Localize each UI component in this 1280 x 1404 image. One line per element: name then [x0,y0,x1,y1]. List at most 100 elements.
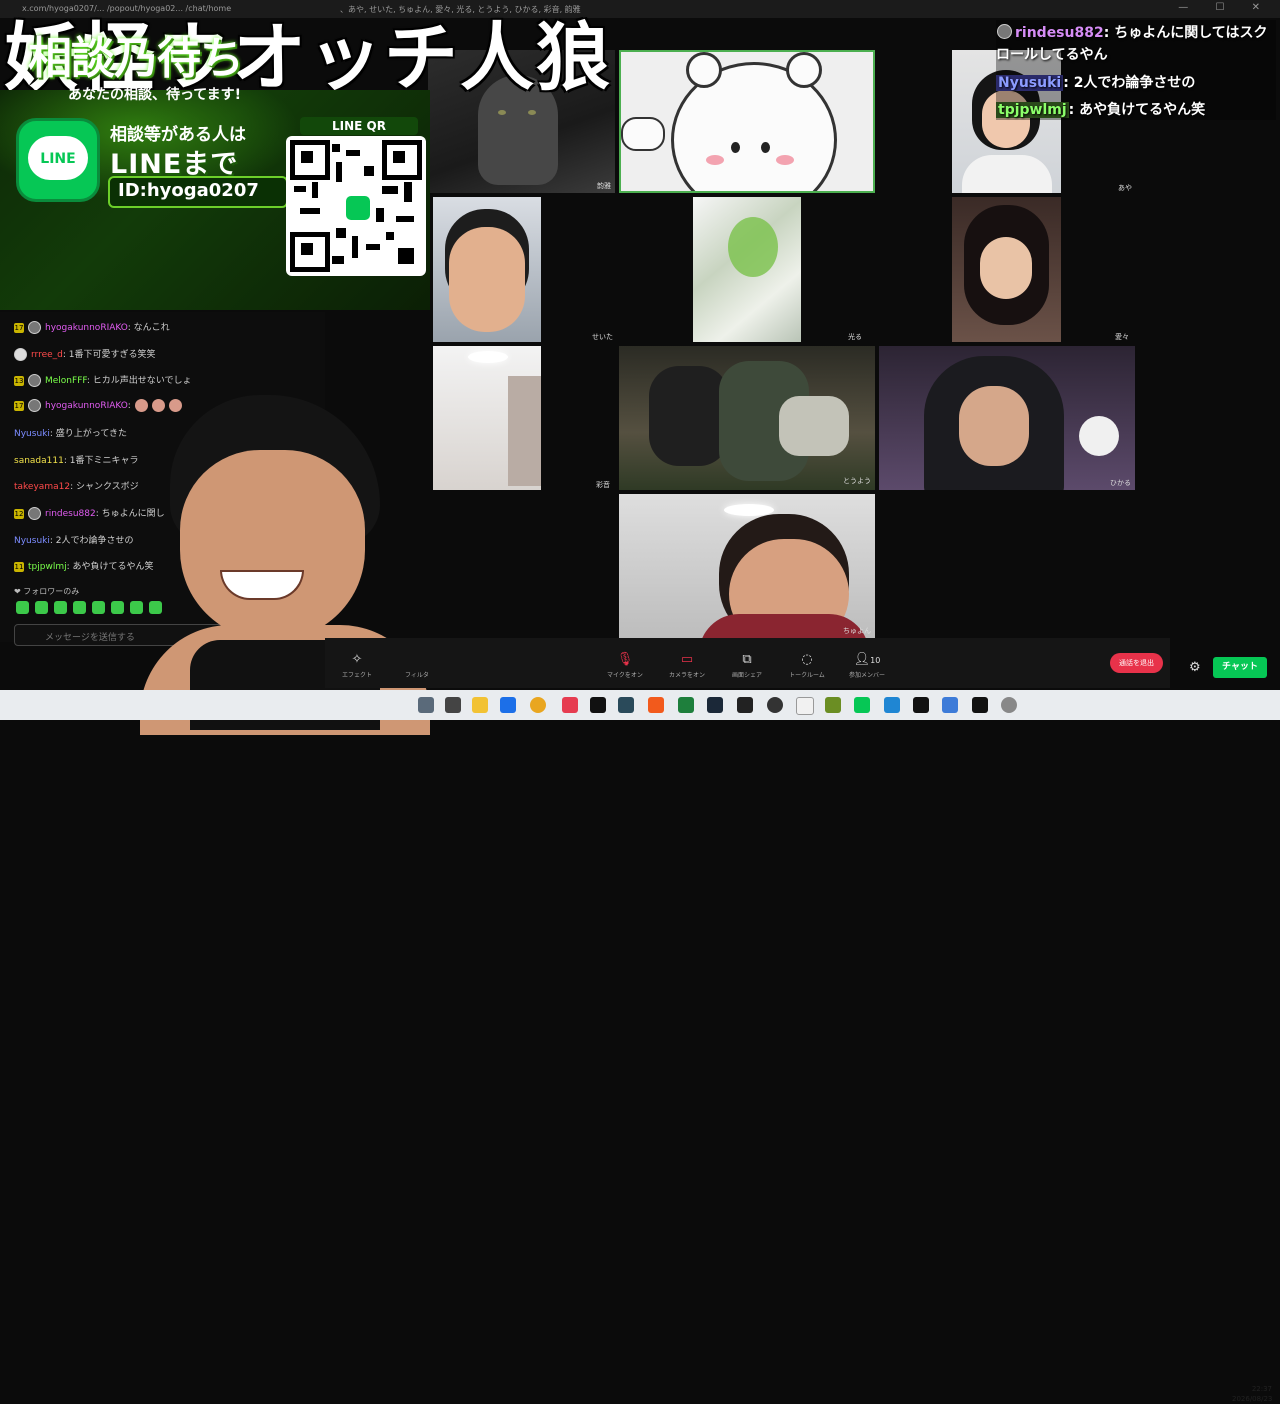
chat-text: : なんこれ [127,323,170,333]
filter-button[interactable]: フィルタ [387,652,447,679]
chat-username: rrree_d [31,350,63,360]
emote-icon[interactable] [130,601,143,614]
window-controls[interactable]: — ☐ ✕ [1178,2,1272,13]
chat-message: rrree_d: 1番下可愛すぎる笑笑 [14,347,156,361]
chat-username: hyogakunnoRIAKO [45,401,128,411]
file-explorer-icon[interactable] [472,697,488,713]
user-avatar-icon [28,507,41,520]
chat-username: Nyusuki [14,536,50,546]
task-view-icon[interactable] [445,697,461,713]
overlay-chat-username: Nyusuki [996,75,1064,91]
chat-text: : [127,401,131,411]
app-icon[interactable] [562,697,578,713]
camera-toggle-button[interactable]: ▭ カメラをオン [657,652,717,679]
tile-name: あや [1118,184,1132,192]
chrome-icon[interactable] [530,697,546,713]
video-tile-chuyon[interactable]: ちゅよん [619,494,875,638]
overlay-chat-text: : 2人でわ論争させの [1063,75,1196,91]
tile-name: とうよう [843,477,871,485]
emote-icon[interactable] [35,601,48,614]
banner-title: 相談乃待ち [28,33,244,84]
settings-icon[interactable] [1001,697,1017,713]
effect-button[interactable]: ✧ エフェクト [327,652,387,679]
chat-username: tpjpwlmj [28,562,67,572]
app-icon[interactable] [500,697,516,713]
chat-message: 11 tpjpwlmj: あや負けてるやん笑 [14,559,154,572]
chat-message: sanada111: 1番下ミニキャラ [14,453,138,466]
chat-text: : シャンクスボジ [70,482,139,492]
tile-name: せいた [592,333,613,341]
user-avatar-icon [14,348,27,361]
line-logo-icon [344,194,372,222]
obs-icon[interactable] [767,697,783,713]
video-tile-touyou[interactable]: とうよう [619,346,875,490]
tile-name: 韵雅 [597,182,611,190]
talk-room-button[interactable]: ◌ トークルーム [777,652,837,679]
emote-icon[interactable] [16,601,29,614]
leave-call-button[interactable]: 通話を退出 [1110,653,1163,673]
tile-name: 光る [848,333,862,341]
line-qr-code [286,136,426,276]
video-tile-seita[interactable] [433,197,541,342]
subscriber-badge: 17 [14,400,24,411]
windows-taskbar: 22:37 2026/08/23 [0,690,1280,1403]
sparkle-icon: ✧ [351,652,363,667]
mic-toggle-button[interactable]: 🎙︎ マイクをオン [595,652,655,679]
video-tile-hikaru-blur[interactable] [693,197,801,342]
overlay-chat-username: rindesu882 [1015,25,1104,41]
app-icon[interactable] [678,697,694,713]
system-clock[interactable]: 22:37 2026/08/23 [1232,1384,1272,1404]
chat-message: 13 MelonFFF: ヒカル声出せないでしょ [14,373,191,387]
members-count: 10 [870,656,881,665]
app-icon[interactable] [972,697,988,713]
chat-text: : 盛り上がってきた [49,429,128,439]
chat-username: sanada111 [14,456,64,466]
video-tile-chiikawa[interactable] [619,50,875,193]
chat-message: takeyama12: シャンクスボジ [14,479,139,492]
screen-share-button[interactable]: ⧉ 画面シェア [717,652,777,679]
app-icon[interactable] [737,697,753,713]
video-tile-hikaru[interactable]: ひかる [879,346,1135,490]
overlay-chat-username: tpjpwlmj [996,102,1069,118]
emote-icon[interactable] [54,601,67,614]
start-icon[interactable] [418,697,434,713]
unreal-icon[interactable] [913,697,929,713]
brave-icon[interactable] [648,697,664,713]
overlay-chat-text: : ちゅよんに関してはスク [1103,25,1268,41]
chat-username: MelonFFF [45,376,87,386]
app-icon[interactable] [796,697,814,715]
emote-icon[interactable] [92,601,105,614]
app-icon[interactable] [618,697,634,713]
chat-username: hyogakunnoRIAKO [45,323,128,333]
user-avatar-icon [28,321,41,334]
emote-icon[interactable] [73,601,86,614]
filter-icon [387,652,447,666]
video-tile-aiai[interactable] [952,197,1061,342]
camera-off-icon: ▭ [680,652,694,667]
subscriber-badge: 17 [14,322,24,333]
steam-icon[interactable] [707,697,723,713]
minecraft-icon[interactable] [825,697,841,713]
video-tile-ayane[interactable] [433,346,541,490]
face-emote-icon [134,399,148,412]
tiktok-icon[interactable] [590,697,606,713]
overlay-chat-message: rindesu882: ちゅよんに関してはスク [1015,22,1268,42]
line-logo-icon: LINE [16,118,100,202]
chat-button[interactable]: チャット [1213,657,1267,678]
banner-subtitle: あなたの相談、待ってます! [68,87,241,103]
screen-share-icon: ⧉ [742,652,752,667]
emote-icon[interactable] [111,601,124,614]
chat-text: : あや負けてるやん笑 [66,562,154,572]
subscriber-badge: 11 [14,561,24,572]
members-button[interactable]: 👤︎10 参加メンバー [837,652,897,679]
chat-message: 12 rindesu882: ちゅよんに関し [14,506,165,520]
app-icon[interactable] [942,697,958,713]
line-app-icon[interactable] [854,697,870,713]
chat-bubble-icon: ◌ [801,652,813,667]
user-avatar-icon [28,374,41,387]
gear-icon[interactable]: ⚙ [1189,660,1201,675]
chat-text: : 2人でわ論争させの [49,536,134,546]
tile-name: 愛々 [1115,333,1129,341]
app-icon[interactable] [884,697,900,713]
overlay-chat-message: tpjpwlmj: あや負けてるやん笑 [996,99,1205,119]
